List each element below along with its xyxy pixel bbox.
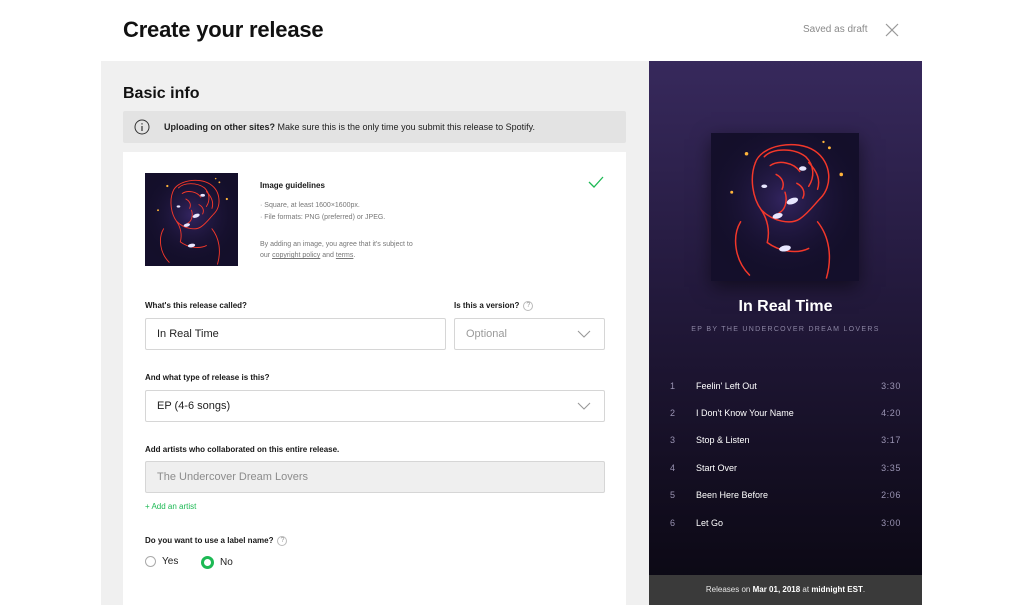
help-icon[interactable]: ? [523,301,534,311]
artists-input[interactable]: The Undercover Dream Lovers [145,461,605,493]
policy-mid: and [320,252,336,259]
copyright-policy-link[interactable]: copyright policy [272,252,320,259]
track-number: 4 [670,463,676,473]
section-title: Basic info [123,85,200,102]
policy-suffix: . [353,252,356,259]
version-label: Is this a version?? [454,301,534,311]
cover-art-thumbnail[interactable] [145,173,238,266]
checkmark-icon [588,176,604,188]
chevron-down-icon [577,402,591,410]
policy-prefix: our [260,252,273,259]
track-row: 2 I Don't Know Your Name 4:20 [649,408,922,428]
terms-link[interactable]: terms [336,252,354,259]
version-select[interactable]: Optional [454,318,605,350]
help-icon[interactable]: ? [277,536,288,546]
image-guidelines-title: Image guidelines [260,181,325,190]
preview-title: In Real Time [738,298,833,315]
release-name-input[interactable]: In Real Time [145,318,446,350]
release-date: Mar 01, 2018 [752,585,801,594]
release-name-value: In Real Time [157,328,219,340]
saved-status: Saved as draft [803,24,868,35]
notice-bold: Uploading on other sites? [164,122,276,132]
release-preview: In Real Time EP BY THE UNDERCOVER DREAM … [649,61,922,605]
release-type-select[interactable]: EP (4-6 songs) [145,390,605,422]
radio-yes-label: Yes [162,556,179,567]
guideline-formats: · File formats: PNG (preferred) or JPEG. [260,214,386,221]
track-duration: 3:17 [881,435,901,445]
version-label-text: Is this a version? [454,301,520,311]
close-icon[interactable] [884,22,900,38]
track-number: 3 [670,435,676,445]
page-title: Create your release [123,17,324,42]
chevron-down-icon [577,330,591,338]
track-row: 4 Start Over 3:35 [649,463,922,483]
track-number: 2 [670,408,676,418]
track-duration: 3:30 [881,381,901,391]
release-date-bar: Releases on Mar 01, 2018 at midnight EST… [649,575,922,605]
radio-yes-circle[interactable] [145,556,156,567]
release-suffix: . [862,585,866,594]
release-prefix: Releases on [705,585,753,594]
preview-subtitle: EP BY THE UNDERCOVER DREAM LOVERS [691,326,880,333]
track-duration: 2:06 [881,490,901,500]
track-duration: 3:35 [881,463,901,473]
radio-no-label: No [220,557,233,568]
track-number: 1 [670,381,676,391]
notice-message: Make sure this is the only time you subm… [275,122,535,132]
top-bar: Create your release Saved as draft [0,0,1024,61]
notice-banner: Uploading on other sites? Make sure this… [123,111,626,143]
guideline-policy-line: our copyright policy and terms. [260,252,355,259]
label-name-question: Do you want to use a label name?? [145,536,288,546]
track-row: 6 Let Go 3:00 [649,518,922,538]
guideline-agreement: By adding an image, you agree that it's … [260,241,413,248]
radio-yes[interactable]: Yes [145,556,178,567]
track-duration: 4:20 [881,408,901,418]
version-placeholder: Optional [466,328,507,340]
track-name: I Don't Know Your Name [696,408,794,418]
track-row: 5 Been Here Before 2:06 [649,490,922,510]
track-name: Let Go [696,518,724,528]
release-type-value: EP (4-6 songs) [157,400,231,412]
preview-cover-art [711,133,859,281]
track-number: 5 [670,490,676,500]
notice-text: Uploading on other sites? Make sure this… [164,122,535,132]
label-name-question-text: Do you want to use a label name? [145,536,274,546]
track-name: Been Here Before [696,490,769,500]
track-name: Start Over [696,463,738,473]
release-type-label: And what type of release is this? [145,373,270,382]
track-row: 1 Feelin' Left Out 3:30 [649,381,922,401]
guideline-size: · Square, at least 1600×1600px. [260,202,360,209]
basic-info-card: Image guidelines · Square, at least 1600… [123,152,626,605]
track-row: 3 Stop & Listen 3:17 [649,435,922,455]
release-time: midnight EST [811,585,863,594]
artists-value: The Undercover Dream Lovers [157,471,309,483]
release-mid: at [800,585,812,594]
track-name: Feelin' Left Out [696,381,757,391]
artists-label: Add artists who collaborated on this ent… [145,445,340,454]
track-name: Stop & Listen [696,435,750,445]
radio-no[interactable]: No [201,556,233,569]
add-artist-link[interactable]: + Add an artist [145,502,196,511]
track-number: 6 [670,518,676,528]
track-duration: 3:00 [881,518,901,528]
release-name-label: What's this release called? [145,301,247,310]
radio-no-circle[interactable] [201,556,214,569]
form-panel: Basic info Uploading on other sites? Mak… [101,61,649,605]
info-icon [134,119,150,135]
